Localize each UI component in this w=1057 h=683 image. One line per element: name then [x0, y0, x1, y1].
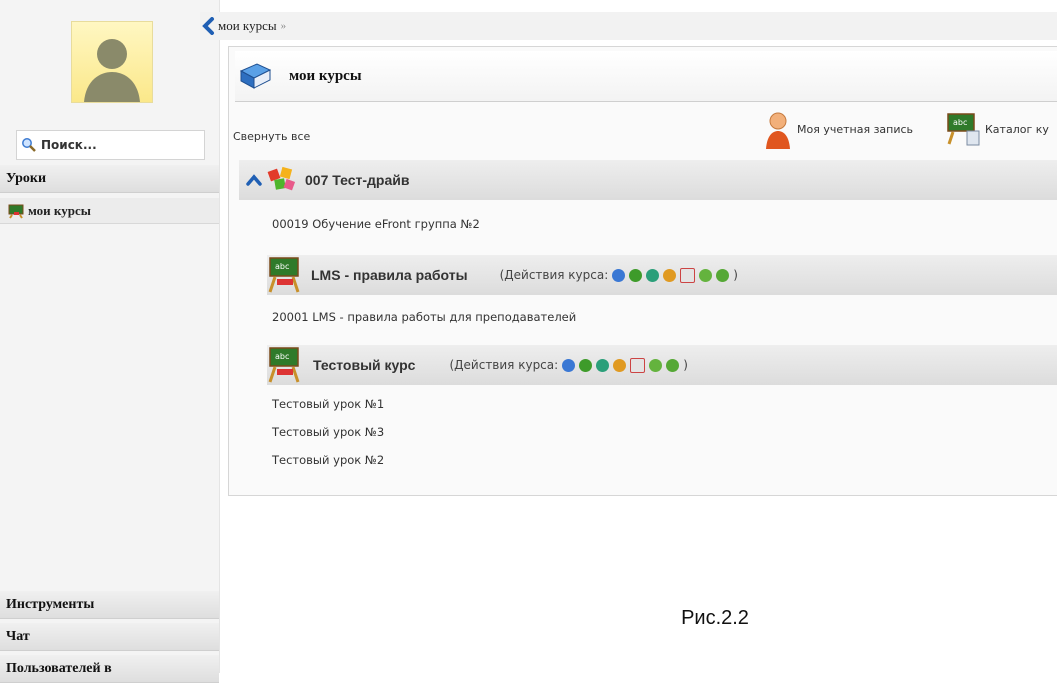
tools-header[interactable]: Инструменты	[0, 591, 219, 619]
figure-caption-text: Рис.2.2	[681, 606, 749, 629]
settings-icon[interactable]	[596, 358, 610, 372]
course-actions-close: )	[733, 268, 738, 282]
info-icon[interactable]	[612, 268, 626, 282]
group-subtitle[interactable]: 00019 Обучение eFront группа №2	[272, 217, 480, 231]
search-input[interactable]: Поиск...	[16, 130, 205, 160]
users-icon[interactable]	[613, 358, 627, 372]
users-icon[interactable]	[663, 268, 677, 282]
panel-header: мои курсы	[235, 51, 1057, 102]
settings-icon[interactable]	[646, 268, 660, 282]
user-account-icon	[766, 112, 790, 149]
calendar-icon[interactable]	[680, 267, 696, 283]
chat-header[interactable]: Чат	[0, 623, 219, 651]
course-actions: (Действия курса: )	[499, 267, 738, 283]
export-icon[interactable]	[716, 268, 730, 282]
courses-board-icon	[8, 204, 24, 219]
course-board-icon: abc	[268, 347, 300, 383]
lesson-item[interactable]: Тестовый урок №1	[272, 397, 384, 411]
collapse-sidebar-arrow-icon[interactable]	[202, 17, 216, 35]
book-green-icon[interactable]	[579, 358, 593, 372]
course-board-icon: abc	[268, 257, 300, 293]
export-icon[interactable]	[666, 358, 680, 372]
avatar[interactable]	[71, 21, 153, 103]
breadcrumb-separator: »	[280, 20, 287, 32]
import-icon[interactable]	[699, 268, 713, 282]
catalog-board-icon: abc	[947, 113, 980, 146]
search-icon	[22, 138, 36, 152]
book-green-icon[interactable]	[629, 268, 643, 282]
course-group-row[interactable]: 007 Тест-драйв	[239, 160, 1057, 200]
lesson-item[interactable]: 20001 LMS - правила работы для преподава…	[272, 310, 576, 324]
sidebar: Поиск... Уроки мои курсы Инструменты Чат…	[0, 0, 220, 683]
course-actions-label: (Действия курса:	[499, 268, 609, 282]
svg-text:abc: abc	[953, 118, 967, 127]
my-account-link[interactable]: Моя учетная запись	[763, 109, 913, 149]
page-title: мои курсы	[289, 67, 362, 84]
search-placeholder: Поиск...	[41, 138, 97, 152]
course-actions-close: )	[683, 358, 688, 372]
breadcrumb: мои курсы »	[200, 12, 1057, 40]
user-silhouette-icon	[84, 39, 140, 102]
group-name[interactable]: 007 Тест-драйв	[305, 172, 409, 188]
svg-text:abc: abc	[275, 262, 289, 271]
info-icon[interactable]	[562, 358, 576, 372]
figure-caption: Рис.2.2	[617, 577, 813, 659]
course-catalog-link[interactable]: abc Каталог ку	[945, 111, 1049, 147]
collapse-arrow-up-icon[interactable]	[245, 171, 263, 189]
course-actions-label: (Действия курса:	[449, 358, 559, 372]
collapse-all-link[interactable]: Свернуть все	[233, 130, 310, 143]
group-cubes-icon	[267, 166, 296, 191]
lessons-header[interactable]: Уроки	[0, 165, 219, 193]
sidebar-item-label: мои курсы	[28, 202, 91, 218]
course-name[interactable]: LMS - правила работы	[311, 267, 468, 283]
online-users-header[interactable]: Пользователей в	[0, 655, 219, 683]
course-name[interactable]: Тестовый курс	[313, 357, 415, 373]
course-actions: (Действия курса: )	[449, 357, 688, 373]
lesson-item[interactable]: Тестовый урок №3	[272, 425, 384, 439]
my-account-label: Моя учетная запись	[797, 122, 914, 136]
lesson-item[interactable]: Тестовый урок №2	[272, 453, 384, 467]
courses-panel: мои курсы Свернуть все Моя учетная запис…	[228, 46, 1057, 496]
book-icon	[239, 63, 272, 89]
course-catalog-label: Каталог ку	[985, 122, 1049, 136]
breadcrumb-link-my-courses[interactable]: мои курсы	[218, 18, 277, 34]
import-icon[interactable]	[649, 358, 663, 372]
course-row[interactable]: abc Тестовый курс (Действия курса: )	[267, 345, 1057, 385]
sidebar-item-my-courses[interactable]: мои курсы	[0, 198, 219, 224]
course-row[interactable]: abc LMS - правила работы (Действия курса…	[267, 255, 1057, 295]
calendar-icon[interactable]	[630, 357, 646, 373]
svg-text:abc: abc	[275, 352, 289, 361]
